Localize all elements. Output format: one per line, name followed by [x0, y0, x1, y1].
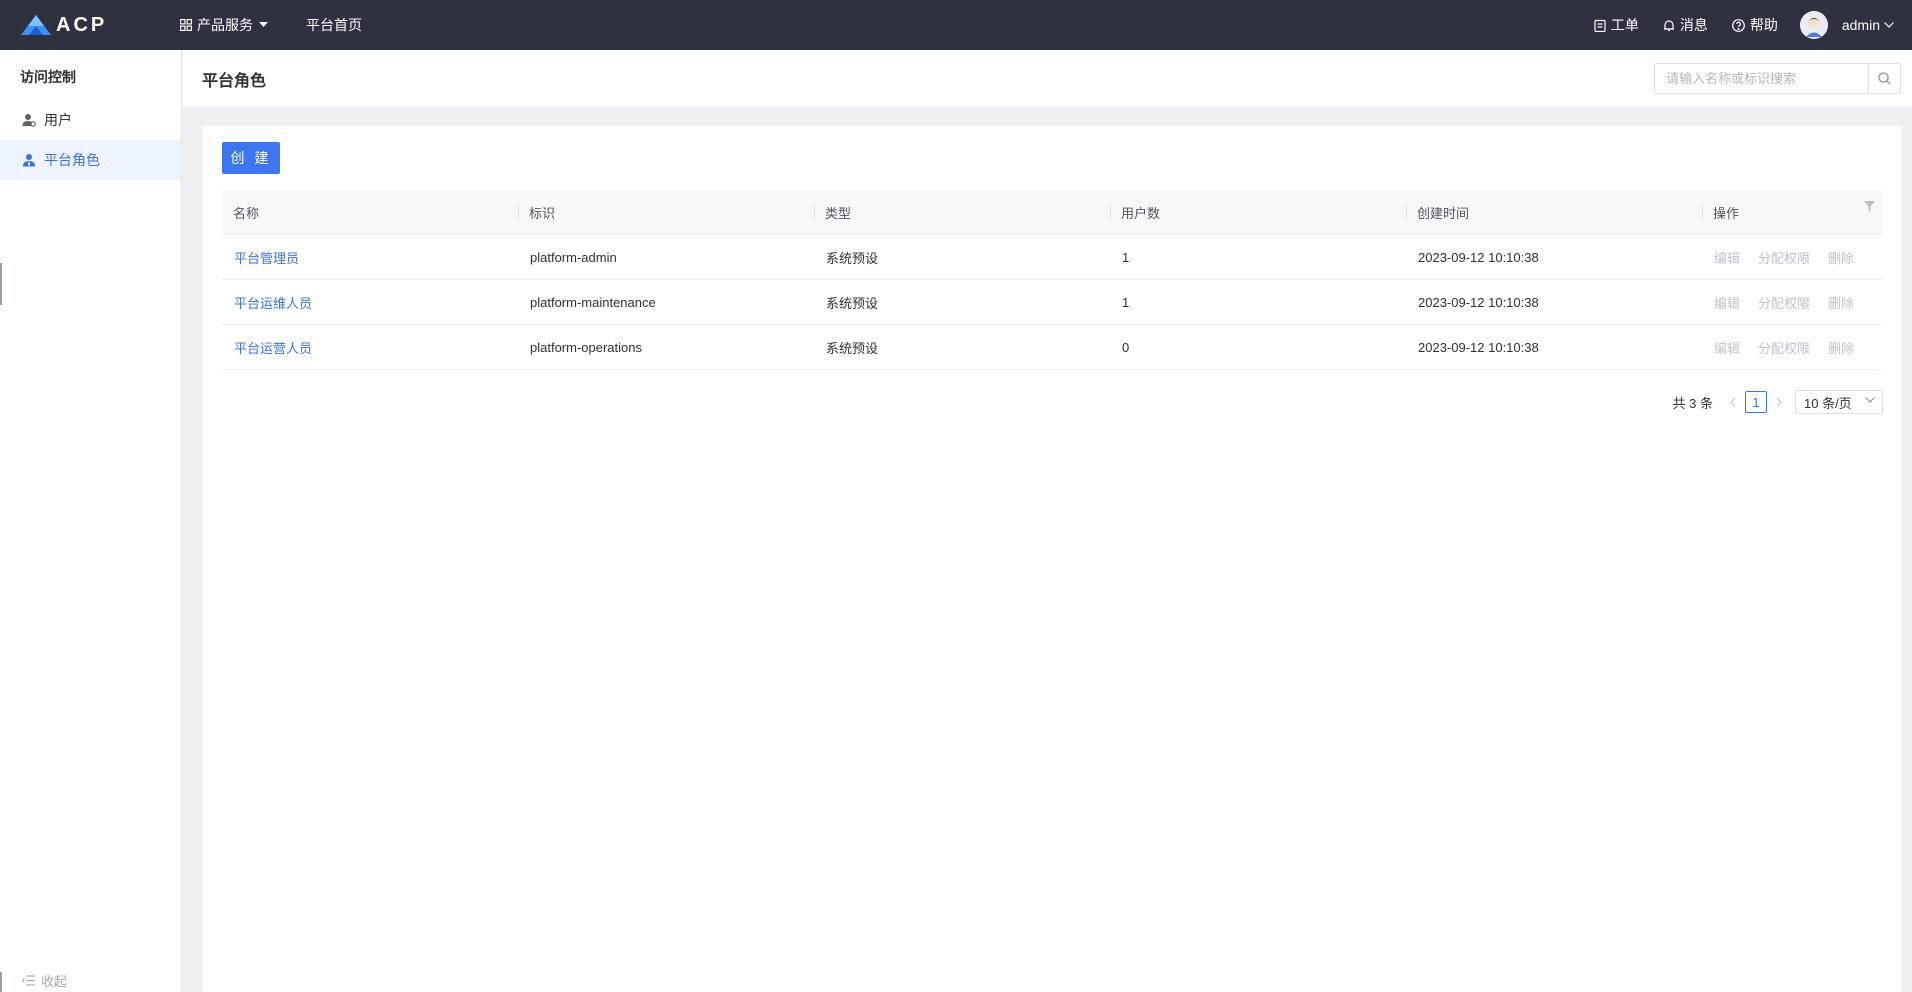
edit-button[interactable]: 编辑 [1714, 293, 1740, 312]
assign-permissions-button[interactable]: 分配权限 [1758, 338, 1810, 357]
clipboard-icon [1594, 19, 1606, 32]
delete-button[interactable]: 删除 [1828, 338, 1854, 357]
top-navbar: ACP 产品服务 平台首页 工单 消息 帮助 admin [0, 0, 1912, 50]
delete-button[interactable]: 删除 [1828, 248, 1854, 267]
role-name-link[interactable]: 平台管理员 [222, 248, 518, 267]
chevron-down-icon [1865, 397, 1875, 403]
assign-permissions-button[interactable]: 分配权限 [1758, 248, 1810, 267]
window-edge-marker-bottom [0, 972, 2, 992]
sidebar-item-users-label: 用户 [44, 112, 72, 128]
message-link[interactable]: 消息 [1663, 15, 1708, 35]
role-type: 系统预设 [826, 340, 879, 356]
content-card: 创 建 名称 标识 类型 用户数 创建时间 操作 平台管理员 platform-… [202, 126, 1902, 992]
role-created-time: 2023-09-12 10:10:38 [1418, 294, 1539, 310]
role-type: 系统预设 [826, 250, 879, 266]
logo-text: ACP [56, 13, 108, 36]
next-page-button[interactable] [1771, 397, 1787, 407]
window-edge-marker [0, 263, 2, 305]
pagination-total: 共 3 条 [1672, 395, 1713, 411]
role-user-count: 1 [1122, 249, 1130, 265]
assign-permissions-button[interactable]: 分配权限 [1758, 293, 1810, 312]
sidebar-item-platform-roles[interactable]: 平台角色 [0, 140, 181, 180]
sidebar-item-platform-roles-label: 平台角色 [44, 152, 100, 168]
column-header-created-time: 创建时间 [1406, 190, 1702, 234]
page-size-value: 10 条/页 [1804, 395, 1852, 411]
sidebar-item-users[interactable]: 用户 [0, 100, 181, 140]
collapse-label: 收起 [41, 974, 68, 989]
pagination: 共 3 条 1 10 条/页 [1673, 390, 1883, 414]
role-icon [22, 153, 36, 167]
page-size-select[interactable]: 10 条/页 [1795, 390, 1883, 414]
create-button[interactable]: 创 建 [222, 142, 280, 174]
top-right-tools: 工单 消息 帮助 admin [1570, 0, 1912, 50]
ticket-label: 工单 [1610, 17, 1639, 33]
column-header-identifier: 标识 [518, 190, 814, 234]
grid-icon [180, 19, 192, 31]
chevron-down-icon [1884, 22, 1894, 28]
column-header-user-count: 用户数 [1110, 190, 1406, 234]
role-identifier: platform-operations [530, 339, 642, 355]
nav-platform-home[interactable]: 平台首页 [306, 15, 362, 35]
role-type: 系统预设 [826, 295, 879, 311]
help-link[interactable]: 帮助 [1731, 15, 1778, 35]
role-user-count: 1 [1122, 294, 1130, 310]
avatar[interactable] [1799, 11, 1828, 39]
collapse-sidebar-button[interactable]: 收起 [22, 971, 67, 990]
edit-button[interactable]: 编辑 [1714, 248, 1740, 267]
role-created-time: 2023-09-12 10:10:38 [1418, 249, 1539, 265]
row-actions: 编辑 分配权限 删除 [1702, 338, 1883, 357]
filter-icon[interactable] [1864, 201, 1875, 212]
column-header-type: 类型 [814, 190, 1110, 234]
role-created-time: 2023-09-12 10:10:38 [1418, 339, 1539, 355]
role-user-count: 0 [1122, 339, 1130, 355]
menu-fold-icon [22, 975, 35, 986]
logo-mountain-icon [20, 14, 52, 36]
row-actions: 编辑 分配权限 删除 [1702, 293, 1883, 312]
table-row: 平台管理员 platform-admin 系统预设 1 2023-09-12 1… [222, 235, 1883, 280]
message-label: 消息 [1679, 17, 1708, 33]
table-row: 平台运营人员 platform-operations 系统预设 0 2023-0… [222, 325, 1883, 370]
page-number-current[interactable]: 1 [1745, 391, 1767, 413]
search-button[interactable] [1868, 64, 1900, 93]
nav-product-services-label: 产品服务 [197, 17, 253, 33]
edit-button[interactable]: 编辑 [1714, 338, 1740, 357]
user-name-label: admin [1841, 17, 1880, 33]
page-title: 平台角色 [202, 72, 267, 90]
user-icon [22, 113, 36, 127]
help-circle-icon [1731, 18, 1745, 32]
table-header: 名称 标识 类型 用户数 创建时间 操作 [222, 190, 1883, 235]
role-identifier: platform-admin [530, 249, 617, 265]
sidebar: 访问控制 用户 平台角色 收起 [0, 50, 182, 992]
roles-table: 名称 标识 类型 用户数 创建时间 操作 平台管理员 platform-admi… [222, 190, 1883, 370]
table-row: 平台运维人员 platform-maintenance 系统预设 1 2023-… [222, 280, 1883, 325]
search-icon [1878, 72, 1891, 85]
help-label: 帮助 [1749, 17, 1778, 33]
role-name-link[interactable]: 平台运营人员 [222, 338, 518, 357]
bell-icon [1663, 19, 1675, 32]
caret-down-icon [259, 22, 268, 28]
nav-product-services[interactable]: 产品服务 [180, 15, 268, 35]
column-header-actions: 操作 [1702, 190, 1883, 234]
sidebar-title: 访问控制 [20, 69, 76, 85]
prev-page-button[interactable] [1725, 397, 1741, 407]
role-identifier: platform-maintenance [530, 294, 656, 310]
user-menu[interactable]: admin [1842, 17, 1894, 33]
search-box [1654, 63, 1901, 94]
row-actions: 编辑 分配权限 删除 [1702, 248, 1883, 267]
ticket-link[interactable]: 工单 [1594, 15, 1639, 35]
search-input[interactable] [1655, 64, 1868, 93]
role-name-link[interactable]: 平台运维人员 [222, 293, 518, 312]
nav-platform-home-label: 平台首页 [306, 17, 362, 33]
page-header: 平台角色 [183, 50, 1912, 107]
logo[interactable]: ACP [20, 14, 150, 37]
delete-button[interactable]: 删除 [1828, 293, 1854, 312]
column-header-name: 名称 [233, 205, 260, 221]
